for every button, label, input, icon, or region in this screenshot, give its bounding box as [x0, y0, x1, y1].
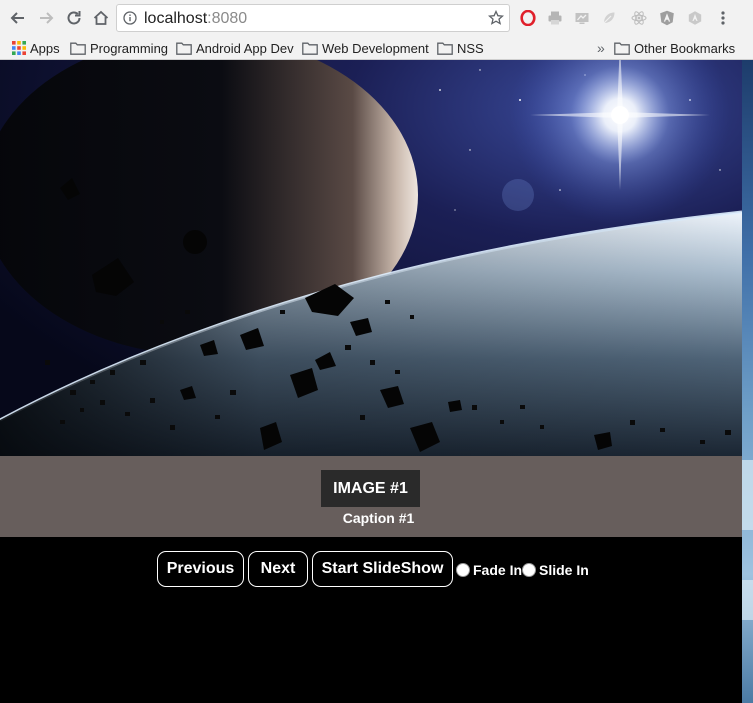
- bookmark-web-development[interactable]: Web Development: [302, 39, 429, 57]
- bookmark-nss[interactable]: NSS: [437, 39, 484, 57]
- url-host: localhost: [144, 10, 208, 27]
- bookmark-label: Other Bookmarks: [634, 40, 736, 56]
- slide-in-radio[interactable]: [522, 563, 536, 577]
- address-bar[interactable]: localhost:8080: [116, 4, 510, 32]
- angular-shield-icon: [660, 10, 674, 26]
- fade-in-label: Fade In: [473, 562, 523, 578]
- folder-icon: [176, 42, 192, 55]
- browser-toolbar: localhost:8080: [0, 0, 753, 36]
- bookmark-label: Web Development: [322, 40, 429, 56]
- leaf-extension[interactable]: [600, 9, 618, 27]
- printer-extension[interactable]: [546, 9, 564, 27]
- folder-icon: [70, 42, 86, 55]
- bookmark-android-app-dev[interactable]: Android App Dev: [176, 39, 294, 57]
- opera-extension[interactable]: [519, 9, 537, 27]
- angular-extension-2[interactable]: [686, 9, 704, 27]
- screen-extension[interactable]: [573, 9, 591, 27]
- bookmark-other-bookmarks[interactable]: Other Bookmarks: [614, 39, 735, 57]
- angular-extension[interactable]: [658, 9, 676, 27]
- bookmark-label: NSS: [457, 40, 484, 56]
- angular-hex-icon: [688, 11, 702, 25]
- start-slideshow-button[interactable]: Start SlideShow: [312, 551, 453, 587]
- reload-button[interactable]: [62, 6, 86, 30]
- printer-icon: [548, 11, 562, 25]
- leaf-icon: [603, 12, 615, 24]
- arrow-right-icon: [40, 12, 54, 24]
- home-button[interactable]: [89, 6, 113, 30]
- react-extension[interactable]: [630, 9, 648, 27]
- page-viewport: IMAGE #1 Caption #1 Previous Next Start …: [0, 60, 742, 703]
- arrow-left-icon: [10, 12, 24, 24]
- slide-in-label: Slide In: [539, 562, 589, 578]
- reload-icon: [67, 11, 81, 25]
- folder-icon: [614, 42, 630, 55]
- browser-window: localhost:8080 Apps Programming Android …: [0, 0, 753, 703]
- background-window-edge: [742, 60, 753, 703]
- slide-title: IMAGE #1: [321, 470, 420, 507]
- url-port: :8080: [207, 10, 248, 27]
- fade-in-radio[interactable]: [456, 563, 470, 577]
- slide-image: [0, 60, 742, 456]
- screen-icon: [575, 13, 589, 24]
- info-icon: [123, 11, 137, 25]
- url-text: localhost:8080: [144, 9, 247, 29]
- bookmark-apps[interactable]: Apps: [12, 39, 60, 57]
- background-scenery-graphic: [742, 60, 753, 703]
- opera-icon: [520, 10, 536, 26]
- home-icon: [93, 10, 109, 25]
- atom-icon: [631, 11, 647, 25]
- apps-grid-icon: [12, 41, 26, 55]
- next-button[interactable]: Next: [248, 551, 308, 587]
- menu-button[interactable]: [714, 9, 732, 27]
- bookmark-programming[interactable]: Programming: [70, 39, 168, 57]
- bookmarks-overflow-chevron[interactable]: »: [597, 39, 605, 57]
- back-button[interactable]: [6, 6, 30, 30]
- bookmarks-bar: Apps Programming Android App Dev Web Dev…: [0, 36, 753, 60]
- previous-button[interactable]: Previous: [157, 551, 244, 587]
- bookmark-label: Programming: [90, 40, 169, 56]
- space-scene-graphic: [0, 60, 742, 456]
- slide-caption: Caption #1: [342, 510, 415, 526]
- slide-in-option[interactable]: Slide In: [522, 561, 589, 579]
- caption-panel: IMAGE #1 Caption #1: [0, 456, 742, 537]
- fade-in-option[interactable]: Fade In: [456, 561, 522, 579]
- kebab-menu-icon: [721, 11, 725, 25]
- star-icon[interactable]: [488, 10, 504, 26]
- folder-icon: [302, 42, 318, 55]
- bookmark-label: Apps: [30, 40, 60, 56]
- slideshow-controls: Previous Next Start SlideShow Fade In Sl…: [0, 551, 742, 587]
- folder-icon: [437, 42, 453, 55]
- bookmark-label: Android App Dev: [196, 40, 294, 56]
- forward-button[interactable]: [34, 6, 58, 30]
